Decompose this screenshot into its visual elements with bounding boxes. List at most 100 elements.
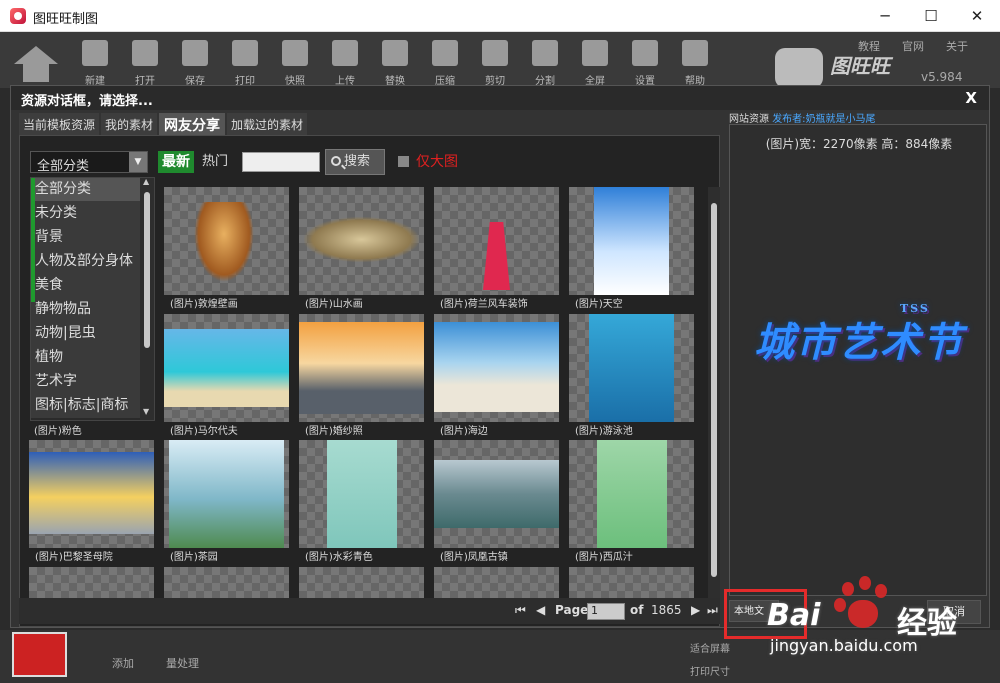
close-window-button[interactable]: ✕ [954,0,1000,32]
image-caption: (图片)敦煌壁画 [170,299,238,310]
category-item[interactable]: 全部分类 [31,178,154,202]
image-card[interactable]: (图片)婚纱照 [299,314,424,437]
image-card[interactable]: (图片)巴黎圣母院 [29,440,154,563]
toolbar-button-1[interactable]: 打开 [127,38,163,87]
image-thumbnail[interactable] [299,567,424,599]
dialog-close-button[interactable]: X [965,89,977,107]
toolbar-button-6[interactable]: 替换 [377,38,413,87]
total-pages: 1865 [651,603,682,617]
image-caption: (图片)荷兰风车装饰 [440,299,528,310]
image-card[interactable]: (图片)游泳池 [569,314,694,437]
toolbar-button-0[interactable]: 新建 [77,38,113,87]
toolbar-button-10[interactable]: 全屏 [577,38,613,87]
toolbar-button-11[interactable]: 设置 [627,38,663,87]
category-select[interactable]: 全部分类 ▼ [30,151,148,174]
prev-page-icon[interactable]: ◀ [536,603,545,617]
search-button[interactable]: 搜索 [325,149,385,175]
search-input[interactable] [242,152,320,172]
scroll-down-icon[interactable]: ▼ [143,407,149,416]
of-label: of [630,603,644,617]
image-thumbnail[interactable] [29,440,154,548]
category-item[interactable]: 动物|昆虫 [31,322,154,346]
batch-label[interactable]: 量处理 [166,655,199,671]
image-caption: (图片)西瓜汁 [575,552,633,563]
image-thumbnail[interactable] [299,440,424,548]
image-card[interactable]: (图片)茶园 [164,440,289,563]
baidu-watermark: Bai 经验 jingyan.baidu.com [767,574,1000,683]
toolbar-button-2[interactable]: 保存 [177,38,213,87]
image-card[interactable]: (图片)山水画 [299,187,424,310]
preview-art-text: 城市艺术节 TSS [754,302,964,366]
image-thumbnail[interactable] [434,440,559,548]
image-card[interactable]: (图片)荷兰风车装饰 [434,187,559,310]
tab-loaded-materials[interactable]: 加载过的素材 [227,113,308,135]
category-item[interactable]: 美食 [31,274,154,298]
app-logo-icon [10,8,26,24]
toolbar-button-9[interactable]: 分割 [527,38,563,87]
next-page-icon[interactable]: ▶ [691,603,700,617]
toolbar-button-5[interactable]: 上传 [327,38,363,87]
image-card[interactable]: (图片)马尔代夫 [164,314,289,437]
category-item[interactable]: 静物物品 [31,298,154,322]
category-item[interactable]: 人物及部分身体 [31,250,154,274]
category-item[interactable]: 未分类 [31,202,154,226]
image-card[interactable]: (图片)海边 [434,314,559,437]
big-only-checkbox[interactable] [398,156,409,167]
filter-hot[interactable]: 热门 [202,151,228,173]
image-card[interactable]: (图片)西瓜汁 [569,440,694,563]
tab-user-share[interactable]: 网友分享 [159,113,226,135]
image-thumbnail[interactable] [434,187,559,295]
brand-logo: 图旺旺 v5.984 [775,44,965,88]
image-thumbnail[interactable] [299,187,424,295]
category-item[interactable]: 植物 [31,346,154,370]
image-thumbnail[interactable] [164,440,289,548]
image-thumbnail[interactable] [569,187,694,295]
page-label: Page [555,603,589,617]
thumbnail-preview[interactable] [12,632,67,677]
image-thumbnail[interactable] [434,314,559,422]
maximize-button[interactable]: ☐ [908,0,954,32]
toolbar-button-3[interactable]: 打印 [227,38,263,87]
search-icon [331,156,341,166]
toolbar-button-4[interactable]: 快照 [277,38,313,87]
image-card[interactable]: (图片)水彩青色 [299,440,424,563]
image-thumbnail[interactable] [569,440,694,548]
image-caption: (图片)巴黎圣母院 [35,552,113,563]
tab-template-resources[interactable]: 当前模板资源 [19,113,100,135]
window-title: 图旺旺制图 [33,12,99,27]
category-item[interactable]: 背景 [31,226,154,250]
grid-scrollbar[interactable] [708,187,720,599]
image-card[interactable]: (图片)天空 [569,187,694,310]
toolbar-button-8[interactable]: 剪切 [477,38,513,87]
image-thumbnail[interactable] [299,314,424,422]
image-thumbnail[interactable] [164,567,289,599]
filter-latest[interactable]: 最新 [158,151,194,173]
image-thumbnail[interactable] [29,567,154,599]
share-panel: (图片)敦煌壁画 (图片)山水画 (图片)荷兰风车装饰 (图片)天空 (图片)粉色 (图片… [19,135,720,627]
image-thumbnail[interactable] [569,567,694,599]
category-scroll-thumb[interactable] [144,192,150,348]
toolbar-button-7[interactable]: 压缩 [427,38,463,87]
category-item[interactable]: 艺术字 [31,370,154,394]
image-thumbnail[interactable] [569,314,694,422]
image-card[interactable]: (图片)敦煌壁画 [164,187,289,310]
scroll-up-icon[interactable]: ▲ [143,178,149,186]
add-label[interactable]: 添加 [112,655,134,671]
chevron-down-icon[interactable]: ▼ [129,152,147,172]
tab-my-materials[interactable]: 我的素材 [101,113,158,135]
page-input[interactable]: 1 [587,603,625,620]
image-thumbnail[interactable] [164,187,289,295]
toolbar-button-12[interactable]: 帮助 [677,38,713,87]
fit-screen-label[interactable]: 适合屏幕 [690,640,730,655]
print-size-label[interactable]: 打印尺寸 [690,663,730,678]
minimize-button[interactable]: ─ [862,0,908,32]
first-page-icon[interactable]: ⏮ [515,603,526,618]
image-thumbnail[interactable] [434,567,559,599]
home-icon[interactable] [14,46,58,84]
grid-scroll-thumb[interactable] [711,203,717,577]
last-page-icon[interactable]: ⏭ [707,603,718,618]
category-scrollbar[interactable]: ▲ ▼ [140,178,154,420]
image-card[interactable]: (图片)凤凰古镇 [434,440,559,563]
image-thumbnail[interactable] [164,314,289,422]
category-item[interactable]: 图标|标志|商标 [31,394,154,418]
